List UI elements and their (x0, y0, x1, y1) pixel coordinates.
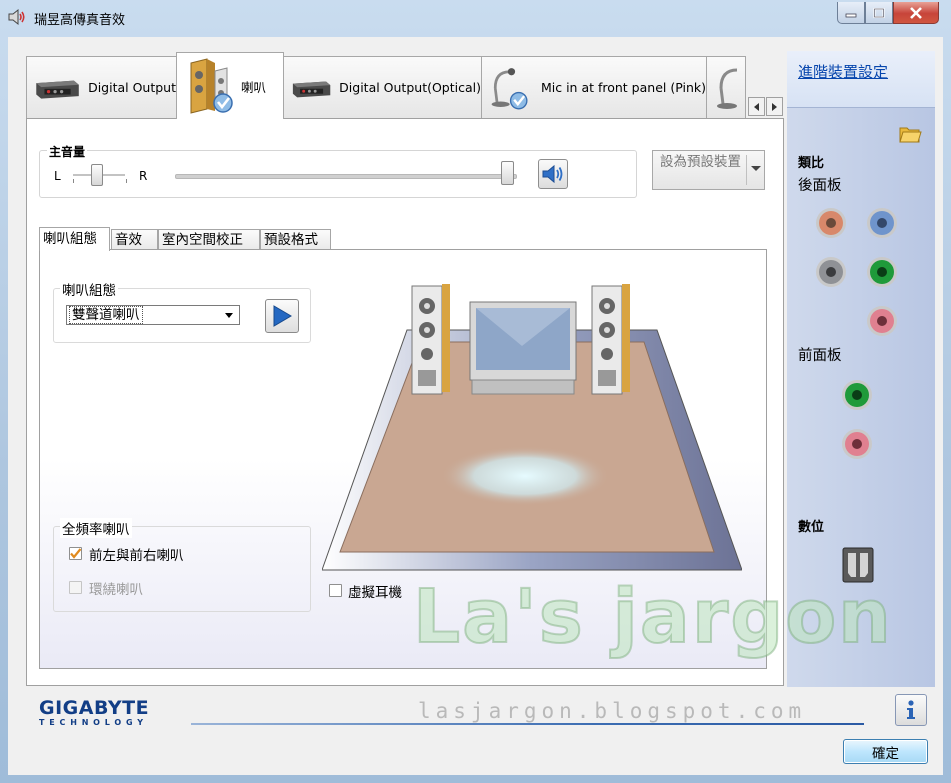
rear-jack-orange-icon[interactable] (815, 207, 847, 239)
full-range-group (53, 526, 311, 612)
surround-speakers-checkbox[interactable] (69, 581, 82, 594)
rear-jack-gray-icon[interactable] (815, 256, 847, 288)
device-tab-scroller (748, 97, 784, 116)
speaker-room-illustration (322, 284, 742, 571)
volume-slider-track[interactable] (175, 174, 517, 179)
tab-default-format[interactable]: 預設格式 (260, 229, 331, 250)
play-test-button[interactable] (265, 299, 299, 333)
audio-manager-window: 瑞昱高傳真音效 Digital Output 喇叭 Digital Output… (0, 0, 951, 783)
tab-mic-front-panel[interactable]: Mic in at front panel (Pink) (481, 56, 707, 118)
info-icon (907, 700, 915, 719)
rear-jack-pink-icon[interactable] (866, 305, 898, 337)
main-volume-label: 主音量 (47, 143, 88, 160)
advanced-device-settings-link[interactable]: 進階裝置設定 (798, 61, 888, 82)
microphone-device-icon (717, 68, 738, 109)
watermark-title: La's jargon (412, 573, 893, 661)
play-icon (273, 305, 292, 327)
balance-left-label: L (54, 169, 61, 183)
ok-button[interactable]: 確定 (843, 739, 928, 764)
set-default-device-dropdown[interactable]: 設為預設裝置 (652, 150, 765, 190)
digital-heading: 數位 (798, 520, 825, 535)
tab-digital-output[interactable]: Digital Output (26, 56, 177, 118)
brand-name: GIGABYTE (39, 697, 150, 719)
minimize-icon (845, 13, 857, 17)
front-panel-label: 前面板 (798, 348, 842, 364)
speaker-config-value: 雙聲道喇叭 (69, 306, 143, 324)
close-button[interactable] (893, 2, 939, 24)
rear-panel-label: 後面板 (798, 178, 842, 194)
tab-digital-output-optical[interactable]: Digital Output(Optical) (283, 56, 482, 118)
digital-output-device-icon (36, 80, 79, 99)
checkmark-icon (70, 548, 82, 559)
title-bar[interactable]: 瑞昱高傳真音效 (0, 0, 951, 36)
front-speakers-label: 前左與前右喇叭 (89, 548, 184, 564)
speaker-volume-icon (542, 164, 563, 184)
speaker-app-icon (8, 8, 25, 26)
tab-sound-effects[interactable]: 音效 (111, 229, 158, 250)
advanced-settings-box: 進階裝置設定 (787, 51, 935, 108)
tab-next-device[interactable] (706, 56, 746, 118)
full-range-label: 全頻率喇叭 (60, 518, 132, 538)
rear-jack-green-icon[interactable] (866, 256, 898, 288)
dialog-client-area: Digital Output 喇叭 Digital Output(Optical… (8, 37, 943, 775)
balance-right-label: R (139, 169, 148, 183)
dropdown-separator (746, 155, 747, 185)
balance-slider-thumb[interactable] (91, 164, 103, 186)
chevron-down-icon (751, 166, 761, 171)
speaker-config-label: 喇叭組態 (60, 279, 118, 299)
footer-divider (191, 723, 864, 725)
tab-speakers[interactable]: 喇叭 (176, 52, 284, 119)
tab-label: 喇叭 (241, 79, 267, 95)
speakers-device-icon (190, 58, 233, 114)
left-speaker (411, 284, 450, 395)
mute-button[interactable] (538, 159, 568, 189)
analog-heading: 類比 (798, 156, 825, 171)
microphone-device-icon (491, 67, 528, 109)
surround-speakers-label: 環繞喇叭 (89, 582, 143, 598)
scroll-left-button[interactable] (748, 97, 765, 116)
close-icon (910, 6, 922, 19)
chevron-down-icon (225, 313, 233, 318)
tab-label: Mic in at front panel (Pink) (540, 80, 706, 95)
window-title: 瑞昱高傳真音效 (34, 13, 126, 28)
rear-jack-blue-icon[interactable] (866, 207, 898, 239)
virtual-headphone-label: 虛擬耳機 (348, 585, 402, 601)
gigabyte-logo: GIGABYTE TECHNOLOGY (39, 698, 149, 728)
right-speaker (591, 284, 630, 395)
sweet-spot-glow (440, 446, 610, 506)
optical-output-device-icon (292, 81, 331, 97)
tab-label: Digital Output (88, 80, 176, 95)
tab-label: Digital Output(Optical) (339, 80, 481, 95)
front-speakers-checkbox[interactable] (69, 547, 82, 560)
chevron-right-icon (771, 102, 777, 111)
minimize-button[interactable] (837, 2, 865, 24)
info-button[interactable] (895, 694, 927, 726)
tab-speaker-config[interactable]: 喇叭組態 (39, 227, 110, 251)
front-jack-green-icon[interactable] (841, 379, 873, 411)
television (469, 301, 577, 395)
front-jack-pink-icon[interactable] (841, 428, 873, 460)
device-tabs: Digital Output 喇叭 Digital Output(Optical… (26, 52, 746, 119)
tab-room-correction[interactable]: 室內空間校正 (158, 229, 260, 250)
volume-slider-thumb[interactable] (501, 161, 514, 185)
brand-sub: TECHNOLOGY (39, 718, 148, 727)
scroll-right-button[interactable] (766, 97, 783, 116)
set-default-device-label: 設為預設裝置 (660, 154, 741, 170)
watermark-url: lasjargon.blogspot.com (418, 699, 807, 723)
maximize-icon (873, 7, 885, 18)
folder-icon[interactable] (898, 123, 922, 145)
window-controls (837, 2, 939, 24)
chevron-left-icon (753, 102, 759, 111)
speaker-config-select[interactable]: 雙聲道喇叭 (66, 305, 240, 325)
virtual-headphone-checkbox[interactable] (329, 584, 342, 597)
maximize-button[interactable] (865, 2, 893, 24)
